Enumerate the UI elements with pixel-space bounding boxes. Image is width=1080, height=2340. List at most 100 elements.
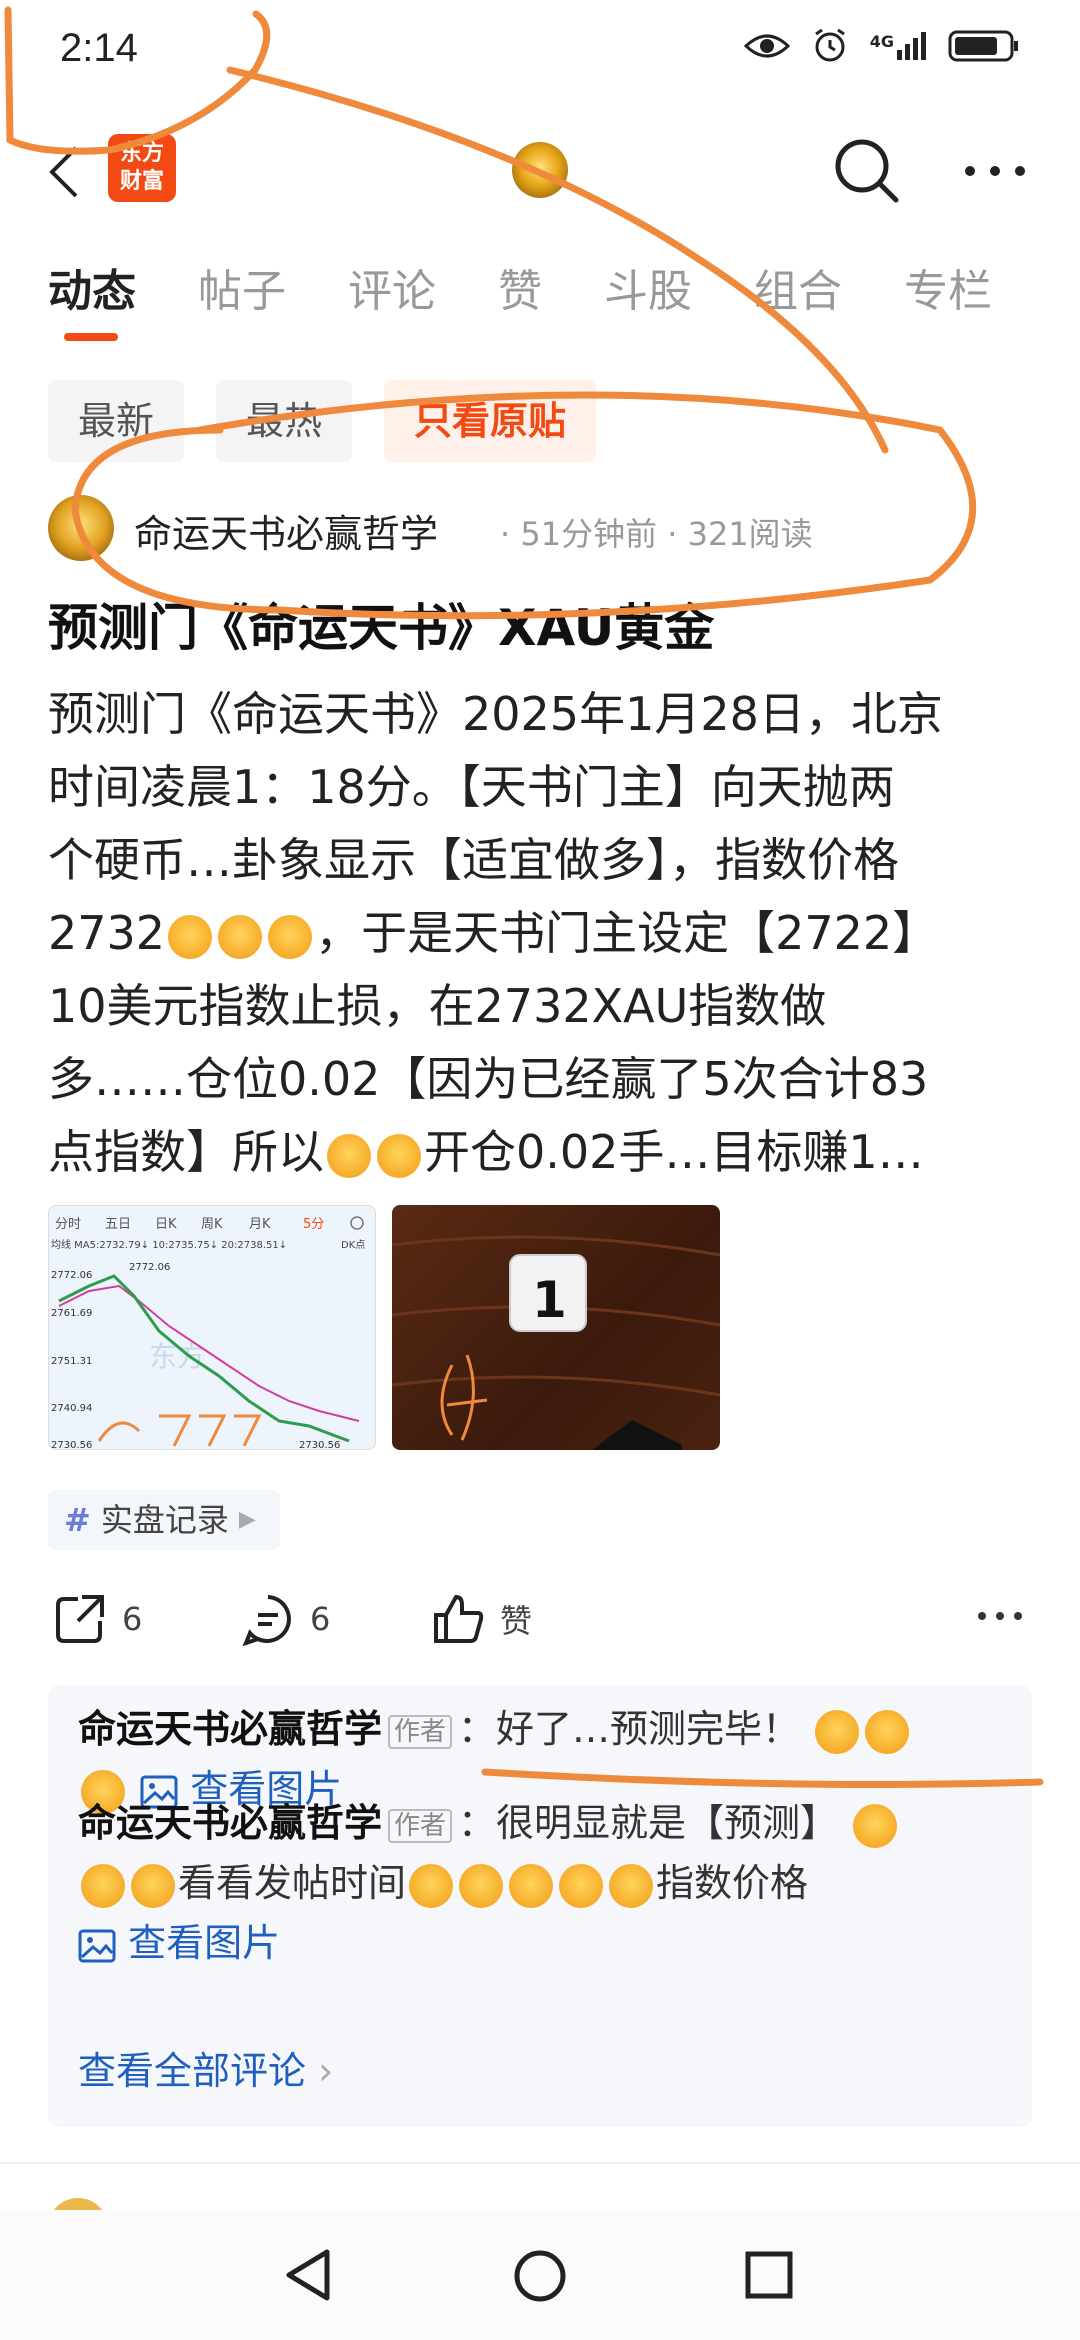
chart-tab: 日K (155, 1217, 177, 1232)
tab-posts[interactable]: 帖子 (198, 255, 286, 319)
search-icon[interactable] (830, 134, 902, 206)
post-body[interactable]: 预测门《命运天书》2025年1月28日，北京 时间凌晨1：18分。【天书门主】向… (48, 678, 1038, 1189)
filter-latest[interactable]: 最新 (48, 380, 185, 462)
network-type: 4G (869, 32, 894, 51)
post-actions: 6 6 赞 (0, 1585, 1080, 1655)
kline-chart-image: 分时 五日 日K 周K 月K 5分 均线 MA5:2732.79↓ 10:273… (51, 1216, 365, 1450)
chart-tab: 周K (201, 1217, 223, 1232)
thumbs-up-icon (434, 1594, 484, 1643)
face-emoji-icon (81, 1863, 125, 1908)
face-emoji-icon (865, 1709, 910, 1754)
chevron-right-icon: › (318, 2049, 334, 2093)
body-price: 2732 (48, 906, 166, 960)
view-image-label: 查看图片 (128, 1921, 281, 1965)
comment-button[interactable]: 6 (240, 1591, 330, 1647)
chart-tab-active: 5分 (303, 1217, 324, 1232)
status-icons: 4G (743, 28, 1020, 64)
low-label: 2730.56 (299, 1440, 340, 1450)
face-emoji-icon (268, 914, 313, 959)
body-line-rest: ，于是天书门主设定【2722】 (315, 906, 939, 960)
brand-logo-line1: 东方 (119, 141, 164, 166)
nav-home-icon[interactable] (512, 2248, 568, 2304)
ma-text: 均线 MA5:2732.79↓ 10:2735.75↓ 20:2738.51↓ (51, 1238, 287, 1251)
body-line-rest: 开仓0.02手…目标赚1… (424, 1125, 924, 1179)
post-reads: 321阅读 (687, 515, 813, 553)
handwritten-annotation (97, 1414, 262, 1447)
body-line: 时间凌晨1：18分。【天书门主】向天抛两 (48, 760, 895, 814)
nav-recents-icon[interactable] (744, 2250, 794, 2300)
comments-preview: 命运天书必赢哲学 作者 ：好了…预测完毕！ 查看图片 命运天书必赢哲学 作者 ：很明显就… (48, 1685, 1032, 2127)
chevron-right-icon: ▶ (238, 1507, 256, 1532)
filter-original-only[interactable]: 只看原贴 (384, 380, 597, 462)
see-all-comments-link[interactable]: 查看全部评论 › (78, 2040, 333, 2095)
body-line: 10美元指数止损，在2732XAU指数做 (48, 979, 827, 1033)
post-time: 51分钟前 (520, 515, 658, 553)
post-title[interactable]: 预测门《命运天书》XAU黄金 (48, 588, 1038, 660)
y-tick: 2761.69 (51, 1308, 92, 1319)
face-emoji-icon (853, 1803, 898, 1848)
face-emoji-icon (459, 1863, 504, 1908)
view-image-link[interactable]: 查看图片 (78, 1921, 280, 1965)
filter-hot[interactable]: 最热 (216, 380, 353, 462)
battery-icon (948, 30, 1018, 62)
comment-count: 6 (310, 1600, 331, 1638)
dice-thumbnail[interactable]: 1 (392, 1205, 720, 1450)
comment-author[interactable]: 命运天书必赢哲学 (78, 1707, 382, 1751)
body-line: 预测门《命运天书》2025年1月28日，北京 (48, 687, 943, 741)
face-emoji-icon (559, 1863, 604, 1908)
chart-tab: 五日 (105, 1217, 131, 1232)
tab-portfolio[interactable]: 组合 (754, 255, 842, 319)
comment-text: 很明显就是【预测】 (496, 1801, 839, 1845)
app-bar: 东方 财富 (0, 120, 1080, 220)
tab-column[interactable]: 专栏 (904, 255, 992, 319)
body-line: 个硬币…卦象显示【适宜做多】，指数价格 (48, 833, 899, 887)
y-tick: 2751.31 (51, 1356, 92, 1367)
status-time: 2:14 (60, 26, 138, 70)
system-nav-bar (0, 2210, 1080, 2340)
face-emoji-icon (218, 914, 263, 959)
like-label: 赞 (500, 1602, 533, 1640)
chart-tab: 月K (249, 1217, 271, 1232)
post-more-icon[interactable] (976, 1609, 1024, 1623)
like-button[interactable]: 赞 (430, 1591, 532, 1647)
comment-author[interactable]: 命运天书必赢哲学 (78, 1801, 382, 1845)
chart-settings-icon (350, 1216, 364, 1230)
chart-thumbnail[interactable]: 分时 五日 日K 周K 月K 5分 均线 MA5:2732.79↓ 10:273… (48, 1205, 376, 1450)
high-label: 2772.06 (129, 1262, 170, 1273)
comment-item[interactable]: 命运天书必赢哲学 作者 ：很明显就是【预测】 看看发帖时间 指数价格 查看图片 (78, 1793, 1008, 1973)
post-author-row[interactable]: 命运天书必赢哲学 · 51分钟前 · 321阅读 (48, 495, 1048, 563)
feed-divider (0, 2162, 1080, 2164)
avatar[interactable] (48, 495, 114, 561)
topic-label: 实盘记录 (100, 1501, 229, 1539)
author-name[interactable]: 命运天书必赢哲学 (134, 503, 438, 558)
hashtag-icon: # (64, 1501, 91, 1539)
tab-comments[interactable]: 评论 (348, 255, 436, 319)
profile-tabs: 动态 帖子 评论 赞 斗股 组合 专栏 (0, 255, 1080, 335)
y-tick: 2740.94 (51, 1403, 92, 1414)
face-emoji-icon (509, 1863, 554, 1908)
body-line: 点指数】所以 开仓0.02手…目标赚1… (48, 1116, 1038, 1189)
header-avatar[interactable] (512, 142, 568, 198)
more-menu-icon[interactable] (960, 156, 1030, 186)
topic-tag[interactable]: # 实盘记录 ▶ (48, 1490, 280, 1550)
face-emoji-icon (815, 1709, 860, 1754)
share-icon (56, 1595, 104, 1643)
tab-likes[interactable]: 赞 (498, 255, 542, 319)
image-icon (78, 1929, 116, 1962)
share-button[interactable]: 6 (52, 1591, 142, 1647)
comment-text-mid: 看看发帖时间 (178, 1861, 407, 1905)
tab-dynamic[interactable]: 动态 (48, 255, 136, 319)
chart-tab: 分时 (55, 1217, 81, 1232)
tab-stock-battle[interactable]: 斗股 (604, 255, 692, 319)
back-arrow-icon[interactable] (44, 142, 84, 202)
share-count: 6 (122, 1600, 143, 1638)
comment-text: 好了…预测完毕！ (496, 1707, 801, 1751)
signal-indicator: 4G (870, 32, 926, 60)
see-all-label: 查看全部评论 (78, 2049, 307, 2093)
dice-photo-image: 1 (392, 1235, 720, 1450)
y-tick: 2730.56 (51, 1440, 92, 1450)
alarm-icon (814, 28, 845, 62)
body-line-prefix: 点指数】所以 (48, 1125, 324, 1179)
body-line: 2732 ，于是天书门主设定【2722】 (48, 897, 1038, 970)
nav-back-icon[interactable] (283, 2248, 333, 2302)
